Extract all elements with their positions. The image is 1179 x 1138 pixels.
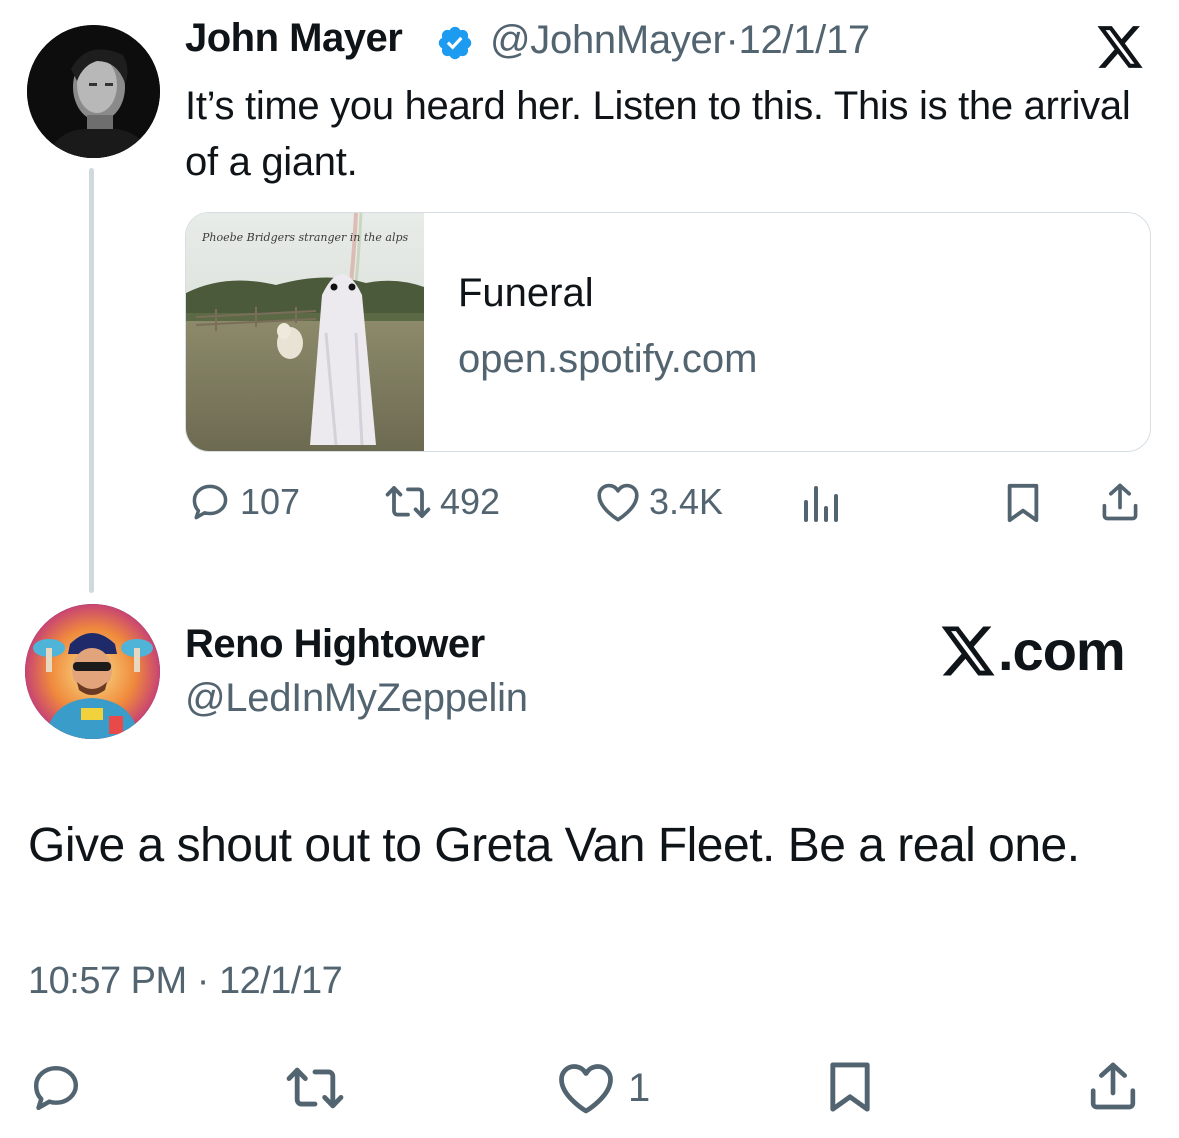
share-icon (1102, 483, 1138, 521)
retweet-button-2[interactable] (284, 1060, 346, 1116)
x-com-suffix: .com (998, 619, 1126, 682)
avatar-reno-hightower[interactable] (25, 604, 160, 739)
x-com-brand: .com (938, 618, 1126, 683)
timestamp-separator: · (196, 960, 210, 1002)
reply-timestamp[interactable]: 10:57 PM · 12/1/17 (28, 960, 343, 1003)
link-preview-card[interactable]: Phoebe Bridgers stranger in the alps Fun… (185, 212, 1151, 452)
thread-connector-line (89, 168, 94, 593)
reply-icon (33, 1065, 79, 1111)
author-name[interactable]: John Mayer (185, 16, 403, 61)
like-count: 3.4K (649, 481, 724, 522)
card-domain: open.spotify.com (458, 337, 758, 381)
retweet-icon (286, 1067, 344, 1109)
meta-separator: · (725, 18, 739, 62)
share-button-2[interactable] (1085, 1058, 1141, 1114)
reply-author-handle[interactable]: @LedInMyZeppelin (185, 676, 528, 721)
like-button-2[interactable]: 1 (556, 1060, 650, 1116)
reply-date: 12/1/17 (218, 960, 343, 1002)
reply-body: Give a shout out to Greta Van Fleet. Be … (28, 819, 1080, 872)
views-icon (804, 486, 838, 522)
share-button[interactable] (1098, 480, 1142, 524)
reply-author-name[interactable]: Reno Hightower (185, 622, 485, 667)
bookmark-button-2[interactable] (825, 1060, 875, 1114)
card-title: Funeral (458, 271, 594, 315)
like-icon (559, 1064, 613, 1114)
reply-button-2[interactable] (28, 1060, 84, 1116)
share-icon (1090, 1062, 1136, 1110)
author-handle-and-date[interactable]: @JohnMayer·12/1/17 (490, 18, 870, 63)
x-logo-icon (941, 625, 995, 676)
author-handle[interactable]: @JohnMayer (490, 18, 726, 62)
views-button[interactable] (800, 484, 844, 524)
verified-badge-icon (436, 24, 474, 62)
reply-button[interactable]: 107 (188, 480, 300, 524)
avatar-john-mayer[interactable] (27, 25, 160, 158)
bookmark-icon (830, 1062, 870, 1112)
album-cover-image: Phoebe Bridgers stranger in the alps (186, 213, 424, 451)
x-logo-icon (1094, 24, 1146, 70)
retweet-button[interactable]: 492 (384, 480, 500, 524)
reply-count: 107 (240, 481, 301, 522)
album-cover-script: Phoebe Bridgers stranger in the alps (201, 231, 409, 244)
like-button[interactable]: 3.4K (595, 480, 723, 524)
tweet-date[interactable]: 12/1/17 (739, 18, 871, 62)
reply-time: 10:57 PM (28, 960, 187, 1002)
tweet-body: It’s time you heard her. Listen to this.… (185, 84, 1131, 184)
bookmark-button[interactable] (1003, 482, 1043, 524)
retweet-icon (385, 486, 431, 518)
like-icon (597, 483, 639, 522)
reply-icon (192, 484, 228, 520)
retweet-count: 492 (440, 481, 501, 522)
reply-like-count: 1 (628, 1065, 651, 1110)
bookmark-icon (1007, 483, 1039, 523)
